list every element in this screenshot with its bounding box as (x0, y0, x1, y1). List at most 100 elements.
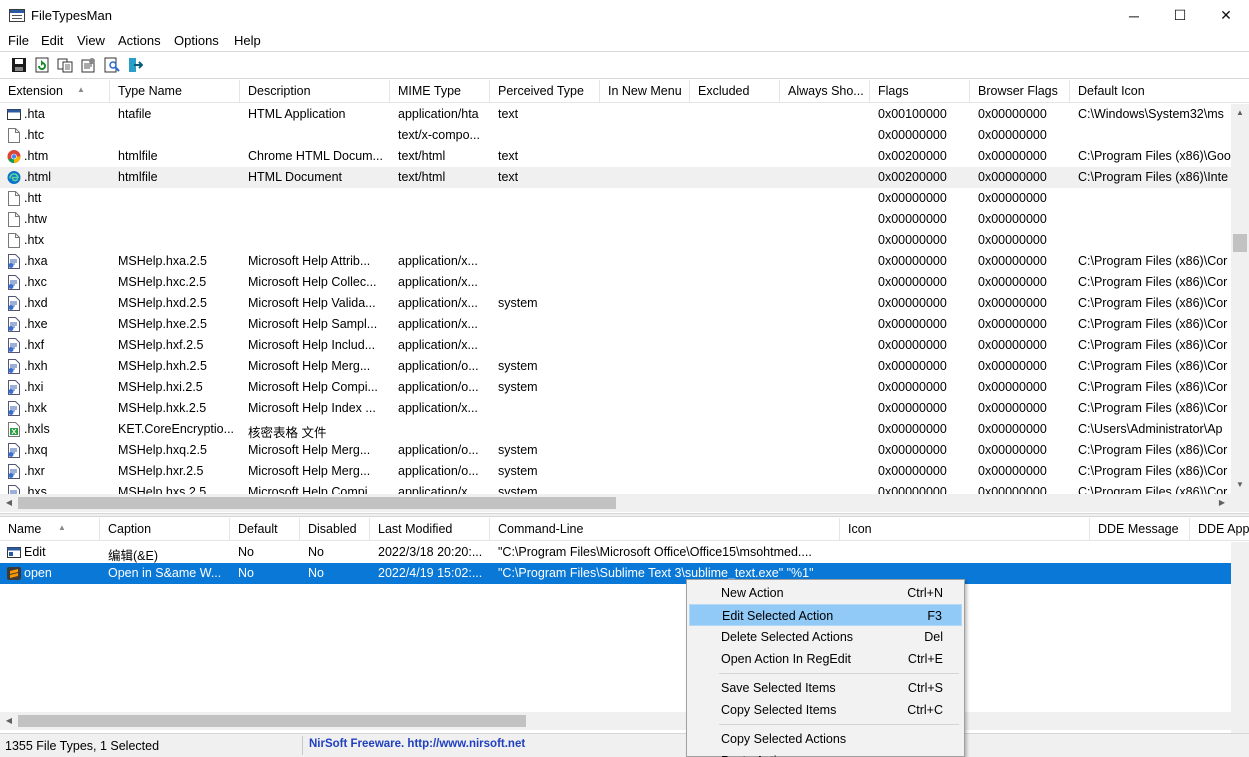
cell-type: MSHelp.hxd.2.5 (118, 296, 207, 310)
cell-bflags: 0x00000000 (978, 254, 1047, 268)
table-row[interactable]: .hxe MSHelp.hxe.2.5 Microsoft Help Sampl..… (0, 314, 1231, 335)
menu-separator (719, 673, 959, 674)
table-row[interactable]: .htc text/x-compo... 0x00000000 0x00000000 (0, 125, 1231, 146)
menu-item-delete-selected-actions[interactable]: Delete Selected Actions Del (689, 626, 962, 648)
col-disabled[interactable]: Disabled (300, 518, 370, 541)
cell-bflags: 0x00000000 (978, 317, 1047, 331)
actions-list[interactable]: Name ▲ Caption Default Disabled Last Mod… (0, 518, 1249, 733)
col-name[interactable]: Name (0, 518, 100, 541)
menu-item-open-action-in-regedit[interactable]: Open Action In RegEdit Ctrl+E (689, 648, 962, 670)
bottom-horizontal-scrollbar[interactable]: ◀ (0, 712, 1231, 730)
col-default-icon[interactable]: Default Icon (1070, 80, 1249, 103)
minimize-button[interactable]: ─ (1111, 0, 1157, 31)
col-command-line[interactable]: Command-Line (490, 518, 840, 541)
action-row[interactable]: Edit 编辑(&E) No No 2022/3/18 20:20:... "C:\Pro… (0, 542, 1249, 563)
table-row[interactable]: .htx 0x00000000 0x00000000 (0, 230, 1231, 251)
table-row[interactable]: .hxh MSHelp.hxh.2.5 Microsoft Help Merg...… (0, 356, 1231, 377)
table-row[interactable]: .hta htafile HTML Application application/h… (0, 104, 1231, 125)
col-description[interactable]: Description (240, 80, 390, 103)
copy-icon[interactable] (57, 57, 73, 73)
save-icon[interactable] (11, 57, 27, 73)
cell-perc: system (498, 296, 538, 310)
cell-desc: Microsoft Help Valida... (248, 296, 376, 310)
col-last-modified[interactable]: Last Modified (370, 518, 490, 541)
col-perceived-type[interactable]: Perceived Type (490, 80, 600, 103)
refresh-icon[interactable] (34, 57, 50, 73)
cell-mime: application/hta (398, 107, 479, 121)
col-mime-type[interactable]: MIME Type (390, 80, 490, 103)
menu-actions[interactable]: Actions (118, 33, 161, 48)
menu-options[interactable]: Options (174, 33, 219, 48)
menu-item-new-action[interactable]: New Action Ctrl+N (689, 582, 962, 604)
properties-icon[interactable] (80, 57, 96, 73)
file-types-list[interactable]: Extension ▲ Type Name Description MIME T… (0, 80, 1249, 512)
menu-item-copy-selected-actions[interactable]: Copy Selected Actions (689, 728, 962, 750)
cell-dicon: C:\Program Files (x86)\Cor (1078, 254, 1228, 268)
scroll-down-icon[interactable]: ▼ (1231, 476, 1249, 494)
cell-perc: text (498, 149, 519, 163)
scroll-up-icon[interactable]: ▲ (1231, 104, 1249, 122)
menu-view[interactable]: View (77, 33, 105, 48)
col-browser-flags[interactable]: Browser Flags (970, 80, 1070, 103)
col-flags[interactable]: Flags (870, 80, 970, 103)
table-row[interactable]: .hxr MSHelp.hxr.2.5 Microsoft Help Merg...… (0, 461, 1231, 482)
col-extension[interactable]: Extension (0, 80, 110, 103)
maximize-button[interactable]: ☐ (1157, 0, 1203, 31)
nirsoft-link[interactable]: NirSoft Freeware. http://www.nirsoft.net (309, 738, 525, 750)
top-hscroll-thumb[interactable] (18, 497, 616, 509)
menu-item-paste-actions[interactable]: Paste Actions (689, 750, 962, 757)
col-dde-app[interactable]: DDE App (1190, 518, 1249, 541)
window-icon (7, 545, 21, 560)
cell-flags: 0x00000000 (878, 128, 947, 142)
table-row[interactable]: .htw 0x00000000 0x00000000 (0, 209, 1231, 230)
col-in-new-menu[interactable]: In New Menu (600, 80, 690, 103)
table-row[interactable]: .hxls KET.CoreEncryptio... 核密表格 文件 0x000000… (0, 419, 1231, 440)
exit-icon[interactable] (127, 57, 143, 73)
menu-item-save-selected-items[interactable]: Save Selected Items Ctrl+S (689, 677, 962, 699)
help-file-icon (7, 296, 21, 311)
col-excluded[interactable]: Excluded (690, 80, 780, 103)
bottom-vertical-scrollbar[interactable] (1231, 542, 1249, 733)
menu-item-edit-selected-action[interactable]: Edit Selected Action F3 (689, 604, 962, 626)
cell-flags: 0x00200000 (878, 170, 947, 184)
col-dde-message[interactable]: DDE Message (1090, 518, 1190, 541)
menu-help[interactable]: Help (234, 33, 261, 48)
table-row[interactable]: .hxq MSHelp.hxq.2.5 Microsoft Help Merg...… (0, 440, 1231, 461)
bottom-hscroll-thumb[interactable] (18, 715, 526, 727)
col-default[interactable]: Default (230, 518, 300, 541)
table-row[interactable]: .hxd MSHelp.hxd.2.5 Microsoft Help Valida.… (0, 293, 1231, 314)
top-horizontal-scrollbar[interactable]: ◀ ▶ (0, 494, 1231, 512)
table-row[interactable]: .htm htmlfile Chrome HTML Docum... text/htm… (0, 146, 1231, 167)
table-row[interactable]: .htt 0x00000000 0x00000000 (0, 188, 1231, 209)
top-vscroll-thumb[interactable] (1233, 234, 1247, 252)
cell-desc: HTML Document (248, 170, 343, 184)
cell-dicon: C:\Users\Administrator\Ap (1078, 422, 1223, 436)
splitter[interactable] (0, 513, 1249, 517)
cell-type: MSHelp.hxk.2.5 (118, 401, 207, 415)
find-icon[interactable] (104, 57, 120, 73)
action-row[interactable]: open Open in S&ame W... No No 2022/4/19 15:0… (0, 563, 1249, 584)
col-icon[interactable]: Icon (840, 518, 1090, 541)
table-row[interactable]: .html htmlfile HTML Document text/html text 0… (0, 167, 1231, 188)
menu-item-copy-selected-items[interactable]: Copy Selected Items Ctrl+C (689, 699, 962, 721)
help-file-icon (7, 275, 21, 290)
top-vertical-scrollbar[interactable]: ▲ ▼ (1231, 104, 1249, 494)
menu-file[interactable]: File (8, 33, 29, 48)
table-row[interactable]: .hxa MSHelp.hxa.2.5 Microsoft Help Attrib.… (0, 251, 1231, 272)
col-always-show[interactable]: Always Sho... (780, 80, 870, 103)
cell-bflags: 0x00000000 (978, 401, 1047, 415)
col-caption[interactable]: Caption (100, 518, 230, 541)
close-button[interactable]: ✕ (1203, 0, 1249, 31)
scroll-left-icon[interactable]: ◀ (0, 494, 18, 512)
table-row[interactable]: .hxc MSHelp.hxc.2.5 Microsoft Help Collec.… (0, 272, 1231, 293)
menu-edit[interactable]: Edit (41, 33, 63, 48)
actions-header: Name ▲ Caption Default Disabled Last Mod… (0, 518, 1249, 541)
table-row[interactable]: .hxk MSHelp.hxk.2.5 Microsoft Help Index .… (0, 398, 1231, 419)
scroll-left-icon[interactable]: ◀ (0, 712, 18, 730)
col-type-name[interactable]: Type Name (110, 80, 240, 103)
scroll-right-icon[interactable]: ▶ (1213, 494, 1231, 512)
table-row[interactable]: .hxf MSHelp.hxf.2.5 Microsoft Help Includ.… (0, 335, 1231, 356)
table-row[interactable]: .hxi MSHelp.hxi.2.5 Microsoft Help Compi..… (0, 377, 1231, 398)
sublime-icon (7, 566, 21, 581)
cell-bflags: 0x00000000 (978, 212, 1047, 226)
